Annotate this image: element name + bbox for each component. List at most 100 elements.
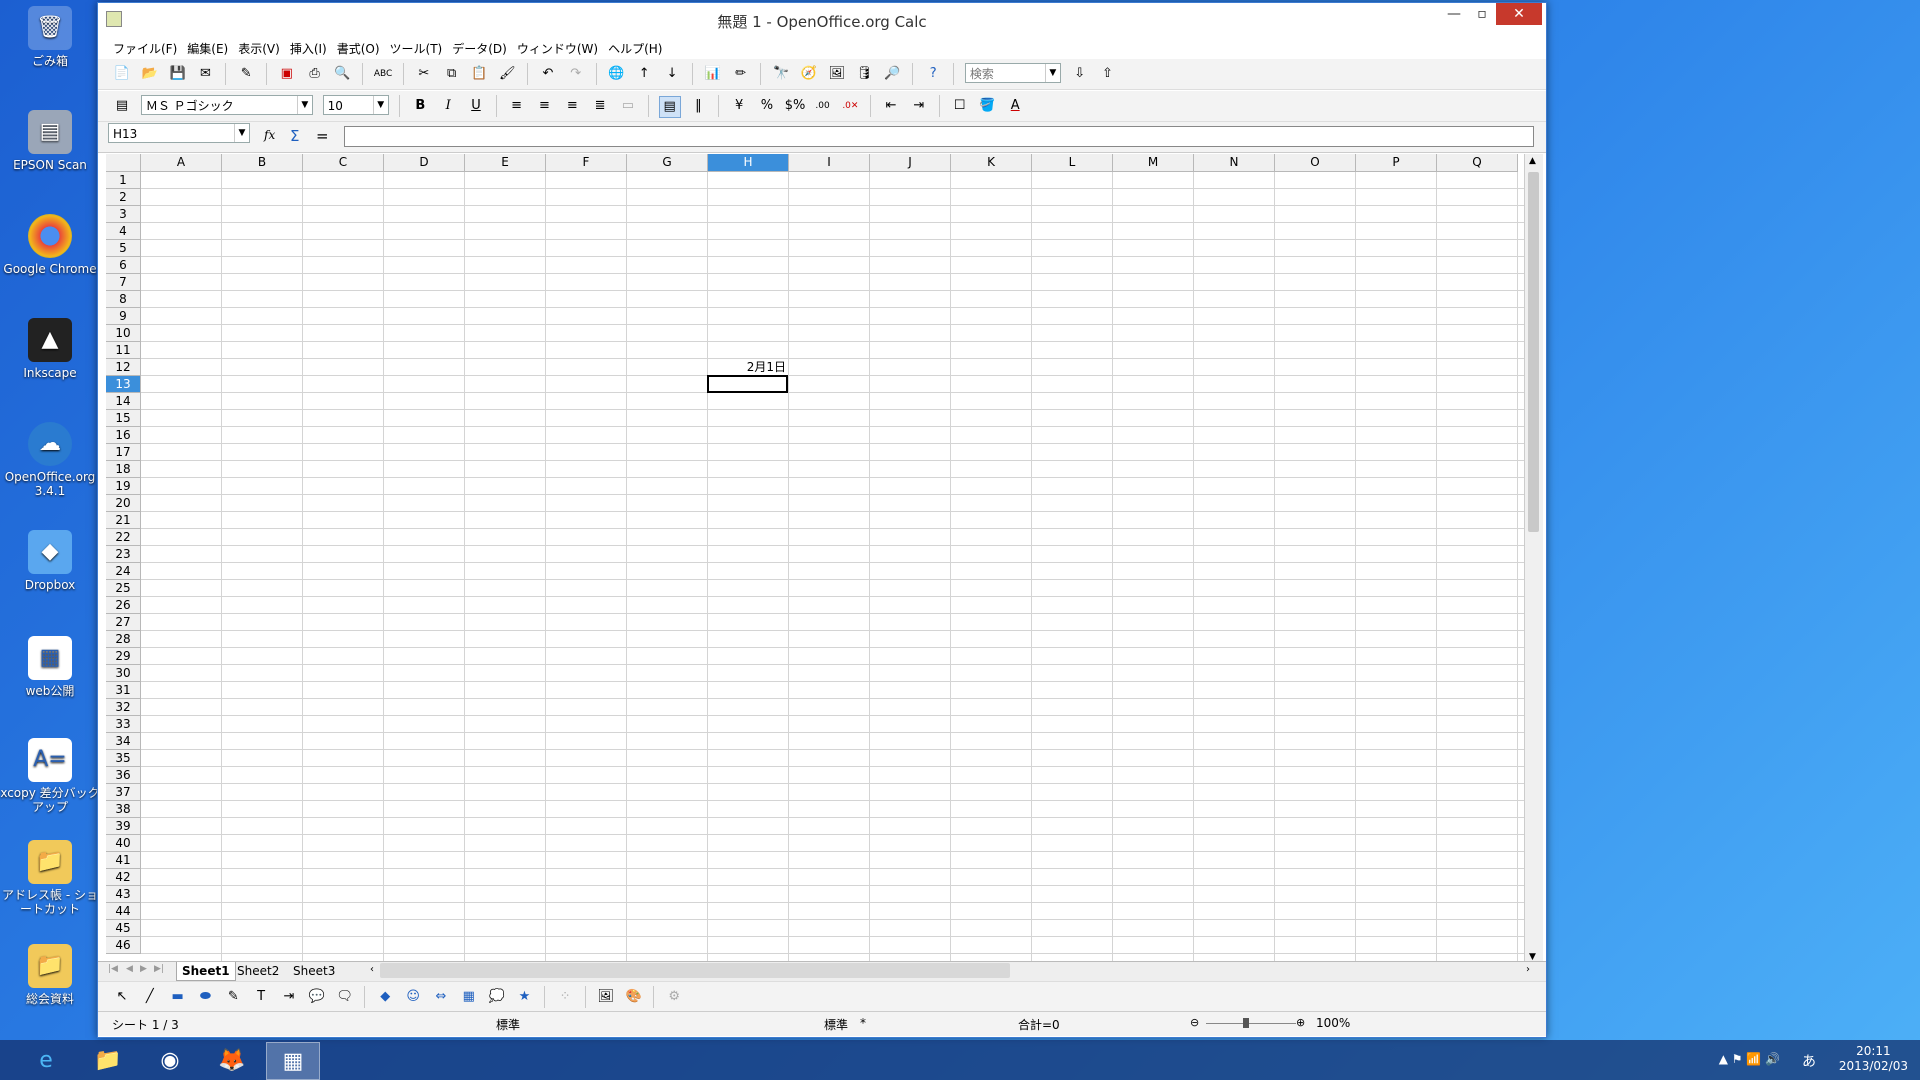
align-right-icon[interactable]: ≡ — [562, 96, 582, 116]
minimize-button[interactable]: — — [1440, 3, 1468, 25]
row-header[interactable]: 35 — [106, 750, 141, 767]
gallery-icon[interactable]: 🖼 — [827, 64, 847, 84]
standard-format-icon[interactable]: $% — [785, 96, 806, 116]
vertical-callout-icon[interactable]: 🗨 — [335, 987, 355, 1007]
column-header-f[interactable]: F — [546, 154, 627, 172]
italic-button[interactable]: I — [438, 96, 458, 116]
find-previous-icon[interactable]: ⇧ — [1097, 64, 1117, 84]
row-header[interactable]: 23 — [106, 546, 141, 563]
gimp-icon[interactable]: 🦊 — [206, 1042, 258, 1078]
row-header[interactable]: 4 — [106, 223, 141, 240]
row-header[interactable]: 14 — [106, 393, 141, 410]
basic-shapes-icon[interactable]: ◆ — [375, 987, 395, 1007]
styles-icon[interactable]: ▤ — [112, 96, 132, 116]
chevron-down-icon[interactable]: ▼ — [234, 124, 249, 142]
sum-button[interactable]: Σ — [290, 127, 299, 145]
row-header[interactable]: 7 — [106, 274, 141, 291]
scroll-right-icon[interactable]: › — [1526, 964, 1530, 975]
column-header-n[interactable]: N — [1194, 154, 1275, 172]
column-header-d[interactable]: D — [384, 154, 465, 172]
function-wizard-button[interactable]: fx — [264, 128, 275, 142]
column-header-b[interactable]: B — [222, 154, 303, 172]
row-header[interactable]: 20 — [106, 495, 141, 512]
points-icon[interactable]: ⁘ — [555, 987, 575, 1007]
show-draw-functions-icon[interactable]: ✏ — [731, 64, 751, 84]
borders-icon[interactable]: ☐ — [950, 96, 970, 116]
formula-input[interactable] — [344, 126, 1534, 147]
ime-indicator[interactable]: あ — [1802, 1051, 1816, 1071]
background-color-icon[interactable]: 🪣 — [977, 96, 997, 116]
row-header[interactable]: 8 — [106, 291, 141, 308]
bold-button[interactable]: B — [410, 96, 430, 116]
desktop-icon-address-book[interactable]: 📁 アドレス帳 - ショートカット — [0, 840, 100, 916]
chart-icon[interactable]: 📊 — [703, 64, 723, 84]
scrollbar-thumb[interactable] — [1528, 172, 1539, 532]
tab-sheet2[interactable]: Sheet2 — [232, 962, 284, 980]
menu-insert[interactable]: 挿入(I) — [285, 37, 332, 59]
tab-nav-last-icon[interactable]: ▶| — [154, 964, 164, 974]
add-decimal-icon[interactable]: .00 — [813, 96, 833, 116]
title-bar[interactable]: 無題 1 - OpenOffice.org Calc — ▫ ✕ — [98, 3, 1546, 37]
from-file-icon[interactable]: 🖼 — [596, 987, 616, 1007]
row-header[interactable]: 37 — [106, 784, 141, 801]
row-header[interactable]: 45 — [106, 920, 141, 937]
row-header[interactable]: 30 — [106, 665, 141, 682]
font-name-select[interactable]: ＭＳ Ｐゴシック ▼ — [140, 95, 313, 115]
menu-format[interactable]: 書式(O) — [332, 37, 385, 59]
row-header[interactable]: 26 — [106, 597, 141, 614]
align-left-icon[interactable]: ≡ — [507, 96, 527, 116]
sort-ascending-icon[interactable]: ↑ — [634, 64, 654, 84]
desktop-icon-epson-scan[interactable]: ▤ EPSON Scan — [0, 110, 100, 172]
column-header-o[interactable]: O — [1275, 154, 1356, 172]
wrap-text-icon[interactable]: ▤ — [658, 96, 681, 118]
row-header[interactable]: 1 — [106, 172, 141, 189]
cell-area[interactable]: 2月1日 — [141, 172, 1543, 964]
row-header[interactable]: 27 — [106, 614, 141, 631]
menu-window[interactable]: ウィンドウ(W) — [512, 37, 603, 59]
align-center-icon[interactable]: ≡ — [534, 96, 554, 116]
zoom-level[interactable]: 100% — [1316, 1016, 1350, 1030]
row-header[interactable]: 6 — [106, 257, 141, 274]
row-header[interactable]: 41 — [106, 852, 141, 869]
justify-icon[interactable]: ≣ — [590, 96, 610, 116]
internet-explorer-icon[interactable]: e — [20, 1042, 72, 1078]
clock[interactable]: 20:11 2013/02/03 — [1839, 1044, 1908, 1074]
copy-icon[interactable]: ⧉ — [442, 64, 462, 84]
stars-icon[interactable]: ★ — [514, 987, 534, 1007]
redo-icon[interactable]: ↷ — [566, 64, 586, 84]
column-header-h[interactable]: H — [708, 154, 789, 172]
decrease-indent-icon[interactable]: ⇤ — [881, 96, 901, 116]
menu-edit[interactable]: 編集(E) — [182, 37, 233, 59]
merge-cells-icon[interactable]: ▭ — [618, 96, 638, 116]
row-header[interactable]: 16 — [106, 427, 141, 444]
callouts-icon[interactable]: 💭 — [487, 987, 507, 1007]
data-sources-icon[interactable]: 🛢 — [855, 64, 875, 84]
desktop-icon-google-chrome[interactable]: Google Chrome — [0, 214, 100, 276]
tab-nav-prev-icon[interactable]: ◀ — [126, 964, 133, 974]
desktop-icon-sokai-shiryo[interactable]: 📁 総会資料 — [0, 944, 100, 1006]
print-preview-icon[interactable]: 🔍 — [332, 64, 352, 84]
select-arrow-icon[interactable]: ↖ — [112, 987, 132, 1007]
find-next-icon[interactable]: ⇩ — [1070, 64, 1090, 84]
column-header-a[interactable]: A — [141, 154, 222, 172]
tab-nav-first-icon[interactable]: |◀ — [108, 964, 118, 974]
menu-file[interactable]: ファイル(F) — [108, 37, 182, 59]
row-header[interactable]: 28 — [106, 631, 141, 648]
row-header[interactable]: 32 — [106, 699, 141, 716]
scroll-left-icon[interactable]: ‹ — [370, 964, 374, 975]
row-header[interactable]: 33 — [106, 716, 141, 733]
new-document-icon[interactable]: 📄 — [112, 64, 132, 84]
vertical-scrollbar[interactable]: ▲ ▼ — [1524, 154, 1543, 964]
row-header[interactable]: 15 — [106, 410, 141, 427]
column-header-l[interactable]: L — [1032, 154, 1113, 172]
sort-descending-icon[interactable]: ↓ — [662, 64, 682, 84]
undo-icon[interactable]: ↶ — [538, 64, 558, 84]
openoffice-calc-taskbar-icon[interactable]: ▦ — [266, 1042, 320, 1080]
horizontal-scrollbar-thumb[interactable] — [380, 963, 1010, 978]
chevron-down-icon[interactable]: ▼ — [1044, 64, 1060, 82]
freeform-icon[interactable]: ✎ — [223, 987, 243, 1007]
rectangle-icon[interactable]: ▬ — [168, 987, 188, 1007]
open-folder-icon[interactable]: 📂 — [140, 64, 160, 84]
scroll-up-icon[interactable]: ▲ — [1529, 156, 1536, 166]
row-header[interactable]: 18 — [106, 461, 141, 478]
